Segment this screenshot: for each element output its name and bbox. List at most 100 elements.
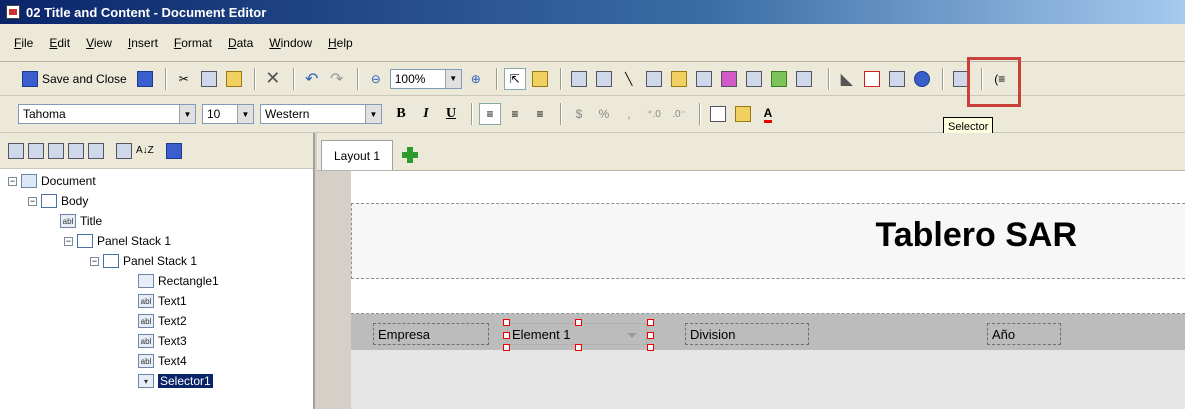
align-center-button[interactable]: ≡ (504, 103, 526, 125)
tree-node-panel-stack-inner[interactable]: − Panel Stack 1 (90, 251, 197, 271)
tree-node-selector1[interactable]: ▾ Selector1 (138, 371, 213, 391)
image-tool-button[interactable] (593, 68, 615, 90)
collapse-icon[interactable]: − (28, 196, 37, 206)
save-button[interactable] (134, 68, 156, 90)
copy-button[interactable] (198, 68, 220, 90)
layout-icon-2[interactable] (28, 142, 44, 159)
italic-button[interactable]: I (415, 103, 437, 125)
add-layout-plus-icon[interactable] (401, 146, 419, 164)
lock-button[interactable] (529, 68, 551, 90)
web-tool-button[interactable] (768, 68, 790, 90)
increase-decimal-button[interactable]: ⁺.0 (643, 103, 665, 125)
html-icon (888, 70, 905, 87)
flash-button[interactable] (911, 68, 933, 90)
table-tool-button[interactable] (693, 68, 715, 90)
border-button[interactable] (707, 103, 729, 125)
menu-data[interactable]: Data (228, 36, 253, 50)
pdf-button[interactable] (861, 68, 883, 90)
font-name-select[interactable]: Tahoma ▼ (18, 104, 196, 124)
zoom-out-button[interactable]: ⊖ (365, 68, 387, 90)
toolbar-separator (292, 67, 295, 90)
align-left-button[interactable]: ≡ (479, 103, 501, 125)
fill-color-button[interactable] (732, 103, 754, 125)
chevron-down-icon (627, 333, 637, 338)
redo-button[interactable]: ↷ (326, 68, 348, 90)
menu-window[interactable]: Window (269, 36, 312, 50)
font-color-button[interactable]: A (757, 103, 779, 125)
sort-az-icon[interactable]: A↓Z (136, 145, 154, 156)
filter-rectangle[interactable]: Empresa Element 1 Division Año (351, 314, 1185, 351)
empresa-label[interactable]: Empresa (373, 323, 489, 345)
panel-tool-button[interactable] (743, 68, 765, 90)
widget-tool-button[interactable] (793, 68, 815, 90)
tree-node-text2[interactable]: abl Text2 (138, 311, 187, 331)
menu-help[interactable]: Help (328, 36, 353, 50)
selector-tool-button[interactable]: ◣ (836, 68, 858, 90)
charset-select[interactable]: Western ▼ (260, 104, 382, 124)
resize-handle[interactable] (503, 332, 510, 339)
cut-button[interactable]: ✂ (173, 68, 195, 90)
pointer-tool-button[interactable]: ⇱ (503, 67, 526, 90)
underline-button[interactable]: U (440, 103, 462, 125)
paste-button[interactable] (223, 68, 245, 90)
collapse-icon[interactable]: − (90, 256, 99, 266)
toolbar-separator (560, 103, 562, 125)
bold-button[interactable]: B (390, 103, 412, 125)
currency-button[interactable]: $ (568, 103, 590, 125)
resize-handle[interactable] (647, 319, 654, 326)
menu-file[interactable]: File (14, 36, 33, 50)
menu-view[interactable]: View (86, 36, 112, 50)
title-section[interactable]: Tablero SAR (351, 203, 1185, 279)
tree-node-title[interactable]: abl Title (60, 211, 102, 231)
line-tool-button[interactable]: ╲ (618, 68, 640, 90)
tree-node-text1[interactable]: abl Text1 (138, 291, 187, 311)
collapse-icon[interactable]: − (64, 236, 73, 246)
tree-node-panel-stack[interactable]: − Panel Stack 1 (64, 231, 171, 251)
resize-handle[interactable] (503, 319, 510, 326)
tree-node-text4[interactable]: abl Text4 (138, 351, 187, 371)
percent-button[interactable]: % (593, 103, 615, 125)
layout-icon-1[interactable] (8, 142, 24, 159)
resize-handle[interactable] (647, 332, 654, 339)
save-and-close-button[interactable]: Save and Close (18, 68, 131, 90)
tree-node-body[interactable]: − Body (28, 191, 88, 211)
comma-button[interactable]: , (618, 103, 640, 125)
page-title[interactable]: Tablero SAR (875, 216, 1077, 255)
filter-panel[interactable]: Empresa Element 1 Division Año (351, 313, 1185, 409)
html-button[interactable] (886, 68, 908, 90)
categorize-icon[interactable] (116, 142, 132, 159)
delete-button[interactable]: ✕ (262, 68, 284, 90)
tree-node-text3[interactable]: abl Text3 (138, 331, 187, 351)
font-size-select[interactable]: 10 ▼ (202, 104, 254, 124)
layout-icon-3[interactable] (48, 142, 64, 159)
selector1-dropdown[interactable]: Element 1 (507, 323, 647, 345)
align-right-button[interactable]: ≡ (529, 103, 551, 125)
division-label[interactable]: Division (685, 323, 809, 345)
resize-handle[interactable] (503, 344, 510, 351)
collapse-icon[interactable]: − (8, 176, 17, 186)
tree-node-document[interactable]: − Document (8, 171, 96, 191)
decrease-decimal-button[interactable]: .0⁻ (668, 103, 690, 125)
graph-tool-button[interactable] (718, 68, 740, 90)
floppy-icon (136, 70, 153, 87)
rectangle-tool-button[interactable] (643, 68, 665, 90)
layout-icon-4[interactable] (68, 142, 84, 159)
tree-node-rectangle1[interactable]: Rectangle1 (138, 271, 219, 291)
zoom-select[interactable]: 100% ▼ (389, 68, 462, 89)
resize-handle[interactable] (575, 344, 582, 351)
resize-handle[interactable] (647, 344, 654, 351)
resize-handle[interactable] (575, 319, 582, 326)
zoom-in-button[interactable]: ⊕ (465, 68, 487, 90)
text-tool-button[interactable] (568, 68, 590, 90)
font-name-value: Tahoma (23, 107, 66, 121)
menu-insert[interactable]: Insert (128, 36, 158, 50)
menu-edit[interactable]: Edit (49, 36, 70, 50)
menu-format[interactable]: Format (174, 36, 212, 50)
undo-button[interactable]: ↶ (301, 68, 323, 90)
tab-layout-1[interactable]: Layout 1 (321, 140, 394, 170)
image-icon (595, 70, 612, 87)
anio-label[interactable]: Año (987, 323, 1061, 345)
layout-icon-5[interactable] (88, 142, 104, 159)
properties-page-icon[interactable] (165, 142, 182, 159)
grid-tool-button[interactable] (668, 68, 690, 90)
